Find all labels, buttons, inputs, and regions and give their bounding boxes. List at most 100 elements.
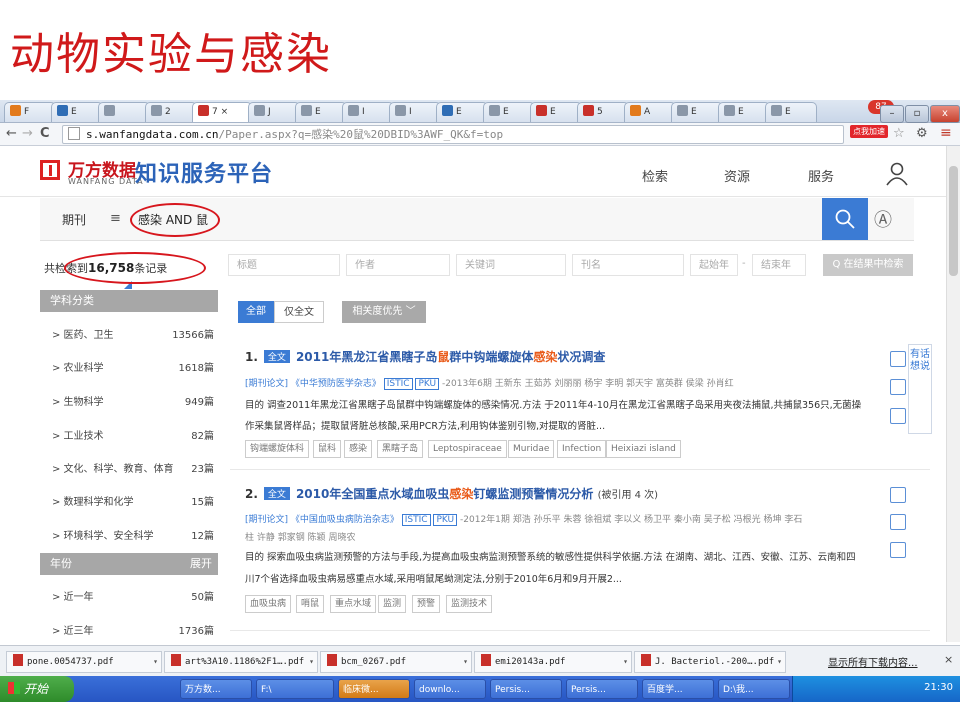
taskbar-item[interactable]: Persis... — [566, 679, 638, 699]
keyword-tag[interactable]: 钩端螺旋体科 — [245, 440, 310, 458]
search-in-results-button[interactable]: Q 在结果中检索 — [823, 254, 913, 276]
subject-item[interactable]: > 生物科学 949篇 — [52, 393, 214, 408]
subject-item[interactable]: > 农业科学 1618篇 — [52, 359, 214, 374]
browser-tab[interactable]: E — [671, 102, 723, 122]
search-button[interactable] — [822, 198, 868, 240]
tab-all[interactable]: 全部 — [238, 301, 274, 323]
keyword-tag[interactable]: 重点水域 — [330, 595, 377, 613]
browser-tab[interactable]: E — [718, 102, 770, 122]
nav-services[interactable]: 服务 — [808, 166, 834, 185]
keyword-tag[interactable]: 预警 — [412, 595, 441, 613]
browser-tab[interactable]: J — [248, 102, 300, 122]
browser-tab[interactable]: 2 — [145, 102, 197, 122]
chevron-down-icon[interactable]: ▾ — [309, 652, 314, 672]
chevron-down-icon[interactable]: ▾ — [623, 652, 628, 672]
browser-tab[interactable]: E — [530, 102, 582, 122]
browser-tab[interactable]: E — [295, 102, 347, 122]
start-button[interactable]: 开始 — [0, 676, 74, 702]
taskbar-item[interactable]: 万方数... — [180, 679, 252, 699]
back-icon[interactable]: ← — [6, 126, 17, 141]
menu-icon[interactable]: ≡ — [940, 125, 952, 141]
download-icon[interactable] — [890, 351, 906, 367]
filter-keyword-input[interactable]: 关键词 — [456, 254, 566, 276]
export-icon[interactable] — [890, 542, 906, 558]
sort-dropdown[interactable]: 相关度优先 ﹀ — [342, 301, 426, 323]
close-icon[interactable]: × — [944, 653, 953, 666]
search-category[interactable]: 期刊 — [62, 211, 86, 228]
fulltext-badge[interactable]: 全文 — [263, 487, 290, 500]
scroll-thumb[interactable] — [949, 166, 958, 276]
subject-item[interactable]: > 环境科学、安全科学 12篇 — [52, 527, 214, 542]
browser-tab[interactable]: E — [51, 102, 103, 122]
nav-resources[interactable]: 资源 — [724, 166, 750, 185]
keyword-tag[interactable]: Heixiazi island — [606, 440, 681, 458]
browser-tab[interactable]: E — [765, 102, 817, 122]
forward-icon[interactable]: → — [22, 126, 33, 141]
year-item[interactable]: > 近一年 50篇 — [52, 588, 214, 603]
result-title[interactable]: 1. 全文 2011年黑龙江省黑瞎子岛鼠群中钩端螺旋体感染状况调查 — [245, 348, 605, 365]
download-item[interactable]: emi20143a.pdf ▾ — [474, 651, 632, 673]
year-item[interactable]: > 近三年 1736篇 — [52, 622, 214, 637]
chevron-down-icon[interactable]: ▾ — [153, 652, 158, 672]
reload-icon[interactable]: C — [40, 126, 50, 141]
taskbar-item[interactable]: Persis... — [490, 679, 562, 699]
bookmark-star-icon[interactable]: ☆ — [893, 126, 905, 141]
show-all-downloads-link[interactable]: 显示所有下载内容... — [828, 654, 918, 669]
filter-start-year[interactable]: 起始年 — [690, 254, 738, 276]
browser-tab[interactable]: E — [483, 102, 535, 122]
subject-item[interactable]: > 医药、卫生 13566篇 — [52, 326, 214, 341]
browser-tab[interactable]: 7 × — [192, 102, 252, 122]
browser-tab[interactable]: I — [389, 102, 441, 122]
filter-title-input[interactable]: 标题 — [228, 254, 340, 276]
read-online-icon[interactable] — [890, 514, 906, 530]
subject-item[interactable]: > 工业技术 82篇 — [52, 427, 214, 442]
close-window-button[interactable]: x — [930, 105, 960, 123]
fulltext-badge[interactable]: 全文 — [263, 350, 290, 363]
keyword-tag[interactable]: Leptospiraceae — [428, 440, 507, 458]
download-item[interactable]: J. Bacteriol.-200….pdf ▾ — [634, 651, 786, 673]
taskbar-item[interactable]: 百度学... — [642, 679, 714, 699]
taskbar-item[interactable]: downlo... — [414, 679, 486, 699]
browser-tab[interactable] — [98, 102, 150, 122]
feedback-button[interactable]: 有话想说 — [908, 344, 932, 434]
download-icon[interactable] — [890, 487, 906, 503]
keyword-tag[interactable]: 监测技术 — [446, 595, 493, 613]
browser-tab[interactable]: I — [342, 102, 394, 122]
address-bar[interactable]: s.wanfangdata.com.cn/Paper.aspx?q=感染%20鼠… — [62, 125, 844, 144]
filter-author-input[interactable]: 作者 — [346, 254, 450, 276]
keyword-tag[interactable]: Muridae — [508, 440, 555, 458]
extension-icon[interactable]: ⚙ — [916, 126, 928, 141]
nav-search[interactable]: 检索 — [642, 166, 668, 185]
result-title[interactable]: 2. 全文 2010年全国重点水域血吸虫感染钉螺监测预警情况分析 (被引用 4 次) — [245, 485, 658, 502]
minimize-button[interactable]: – — [880, 105, 904, 123]
browser-tab[interactable]: A — [624, 102, 676, 122]
tab-fulltext-only[interactable]: 仅全文 — [274, 301, 324, 323]
download-item[interactable]: art%3A10.1186%2F1….pdf ▾ — [164, 651, 318, 673]
taskbar-item[interactable]: 临床微... — [338, 679, 410, 699]
keyword-tag[interactable]: 血吸虫病 — [245, 595, 292, 613]
clock[interactable]: 21:30 — [924, 682, 953, 693]
chevron-down-icon[interactable]: ▾ — [777, 652, 782, 672]
keyword-tag[interactable]: 鼠科 — [313, 440, 342, 458]
filter-end-year[interactable]: 结束年 — [752, 254, 806, 276]
download-item[interactable]: bcm_0267.pdf ▾ — [320, 651, 472, 673]
maximize-button[interactable]: ▫ — [905, 105, 929, 123]
expand-years-link[interactable]: 展开 — [190, 553, 212, 575]
keyword-tag[interactable]: 黑瞎子岛 — [377, 440, 424, 458]
category-menu-icon[interactable]: ≡ — [110, 211, 121, 226]
subject-item[interactable]: > 文化、科学、教育、体育 23篇 — [52, 460, 214, 475]
filter-journal-input[interactable]: 刊名 — [572, 254, 684, 276]
taskbar-item[interactable]: D:\我... — [718, 679, 790, 699]
read-online-icon[interactable] — [890, 379, 906, 395]
extension-badge[interactable]: 点我加速 — [850, 125, 888, 138]
download-item[interactable]: pone.0054737.pdf ▾ — [6, 651, 162, 673]
chevron-down-icon[interactable]: ▾ — [463, 652, 468, 672]
keyword-tag[interactable]: 哨鼠 — [296, 595, 325, 613]
keyword-tag[interactable]: 监测 — [378, 595, 407, 613]
browser-tab[interactable]: 5 — [577, 102, 629, 122]
taskbar-item[interactable]: F:\ — [256, 679, 334, 699]
user-icon[interactable] — [886, 162, 908, 186]
page-scrollbar[interactable] — [946, 146, 960, 642]
keyword-tag[interactable]: 感染 — [344, 440, 373, 458]
export-icon[interactable] — [890, 408, 906, 424]
